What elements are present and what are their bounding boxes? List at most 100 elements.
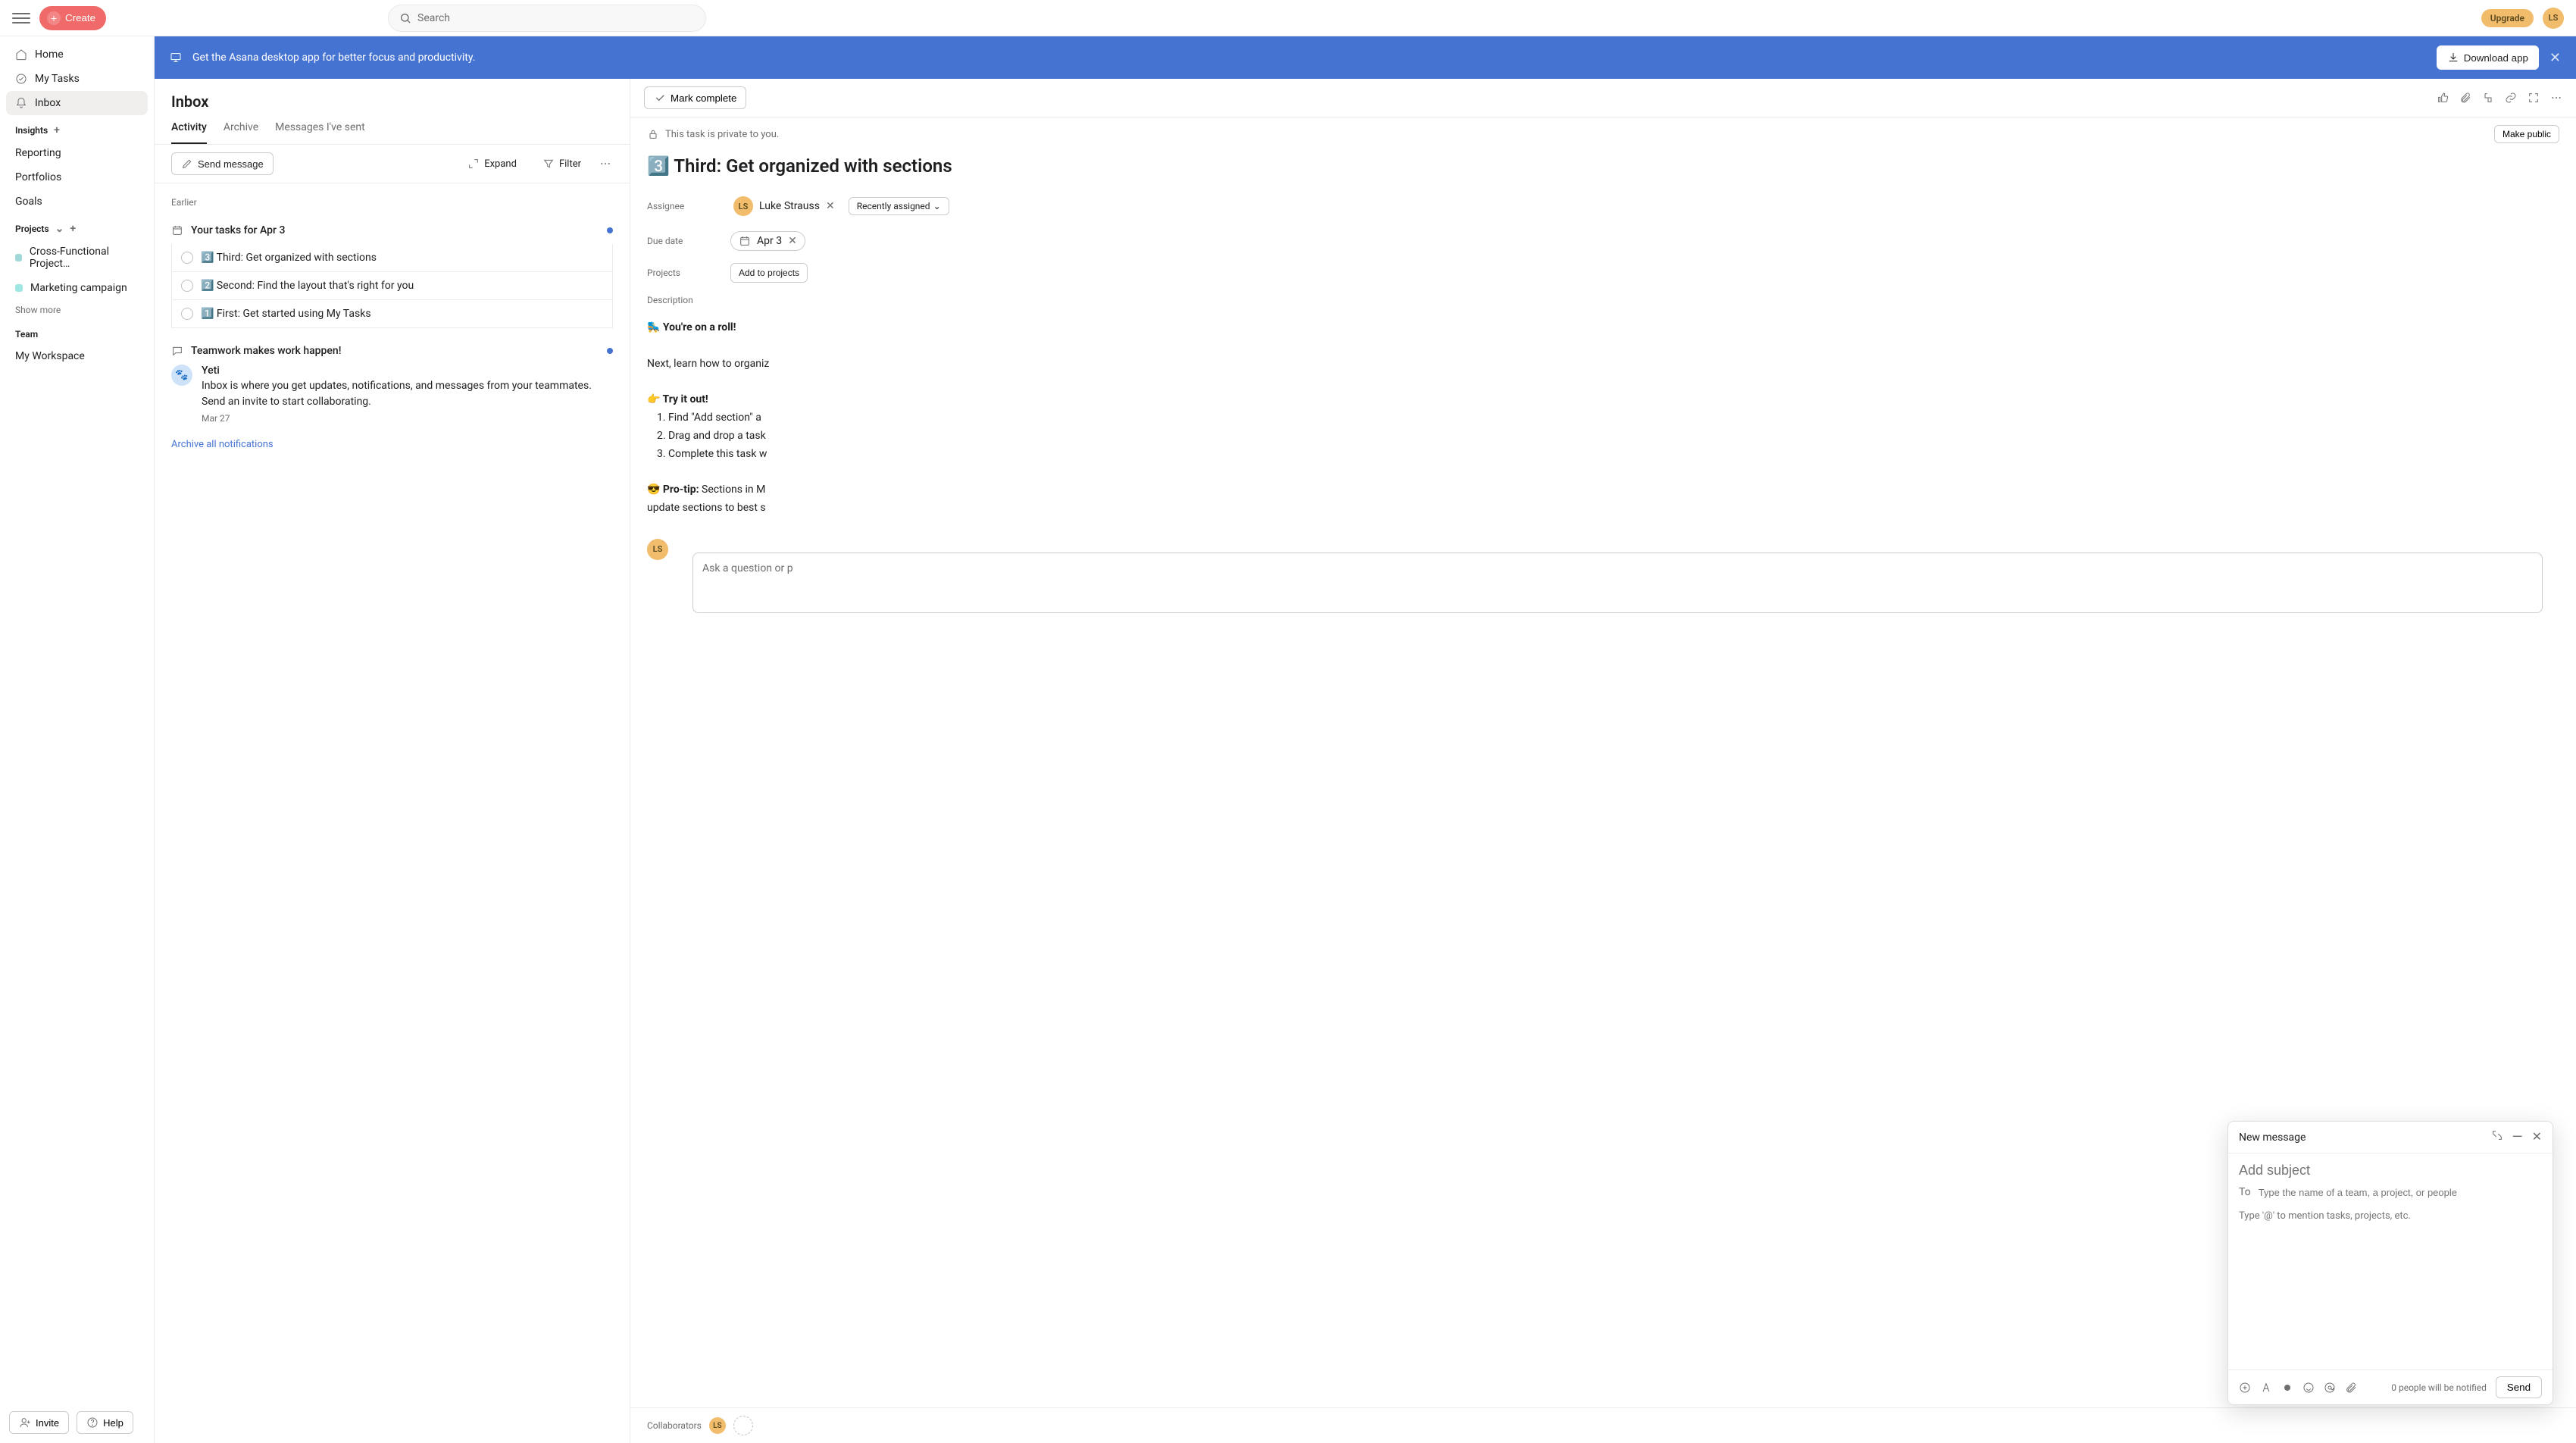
sidebar-item-mytasks[interactable]: My Tasks [6, 67, 148, 91]
sidebar-item-project[interactable]: Marketing campaign [6, 276, 148, 300]
sidebar-item-project[interactable]: Cross-Functional Project… [6, 239, 148, 276]
chevron-down-icon: ⌄ [933, 201, 941, 211]
task-description[interactable]: 🛼 You're on a roll! Next, learn how to o… [630, 311, 2576, 525]
minimize-popup-button[interactable]: — [2512, 1129, 2523, 1145]
expand-popup-icon[interactable] [2491, 1129, 2503, 1141]
sidebar-item-goals[interactable]: Goals [6, 189, 148, 214]
close-popup-button[interactable]: ✕ [2532, 1129, 2542, 1145]
download-app-button[interactable]: Download app [2437, 45, 2539, 70]
add-to-projects-button[interactable]: Add to projects [730, 263, 808, 283]
user-avatar[interactable]: LS [2543, 8, 2564, 29]
yeti-message: 🐾 Yeti Inbox is where you get updates, n… [171, 365, 613, 424]
sidebar-item-inbox[interactable]: Inbox [6, 91, 148, 115]
subtask-icon[interactable] [2482, 92, 2494, 104]
notification-header[interactable]: Teamwork makes work happen! [171, 345, 613, 357]
filter-button[interactable]: Filter [533, 153, 590, 174]
chevron-down-icon[interactable]: ⌄ [55, 223, 64, 235]
filter-icon [542, 158, 555, 170]
download-icon [2447, 52, 2459, 64]
chat-icon [171, 345, 183, 357]
task-title[interactable]: 3️⃣ Third: Get organized with sections [630, 151, 2576, 187]
send-message-button[interactable]: Send message [171, 152, 274, 175]
fullscreen-icon[interactable] [2528, 92, 2540, 104]
due-date-chip[interactable]: Apr 3 ✕ [730, 231, 805, 251]
inbox-toolbar: Send message Expand Filter [155, 145, 630, 183]
show-more-link[interactable]: Show more [6, 300, 148, 320]
create-button[interactable]: + Create [39, 6, 106, 30]
menu-toggle[interactable] [12, 9, 30, 27]
more-icon[interactable] [2550, 92, 2562, 104]
sidebar-item-workspace[interactable]: My Workspace [6, 344, 148, 368]
help-icon [86, 1416, 98, 1429]
popup-title: New message [2239, 1132, 2306, 1144]
mark-complete-button[interactable]: Mark complete [644, 86, 746, 109]
attachment-icon[interactable] [2459, 92, 2471, 104]
message-body-input[interactable] [2228, 1203, 2553, 1369]
message-to-input[interactable] [2259, 1187, 2542, 1198]
plus-icon[interactable] [2239, 1382, 2251, 1394]
archive-all-link[interactable]: Archive all notifications [171, 439, 274, 450]
earlier-label: Earlier [171, 197, 613, 208]
record-icon[interactable] [2281, 1382, 2293, 1394]
help-button[interactable]: Help [77, 1411, 133, 1434]
project-color-swatch [15, 254, 22, 261]
upgrade-button[interactable]: Upgrade [2481, 9, 2534, 27]
mention-icon[interactable] [2324, 1382, 2336, 1394]
task-row[interactable]: 2️⃣ Second: Find the layout that's right… [171, 272, 613, 300]
desktop-app-banner: Get the Asana desktop app for better foc… [155, 36, 2576, 79]
add-collaborator-button[interactable] [733, 1416, 753, 1435]
format-icon[interactable] [2260, 1382, 2272, 1394]
description-label-row: Description [630, 289, 2576, 311]
more-icon[interactable] [598, 158, 613, 170]
recently-assigned-dropdown[interactable]: Recently assigned ⌄ [849, 197, 949, 215]
detail-toolbar: Mark complete [630, 79, 2576, 117]
assignee-chip[interactable]: LS Luke Strauss ✕ [730, 193, 841, 219]
comment-input[interactable]: Ask a question or p [692, 552, 2543, 613]
close-banner-button[interactable]: ✕ [2549, 50, 2561, 66]
tab-activity[interactable]: Activity [171, 121, 207, 144]
message-subject-input[interactable] [2228, 1153, 2553, 1182]
task-row[interactable]: 3️⃣ Third: Get organized with sections [171, 244, 613, 272]
make-public-button[interactable]: Make public [2494, 125, 2559, 143]
calendar-icon [739, 235, 751, 247]
sidebar-section-projects[interactable]: Projects ⌄ + [6, 214, 148, 239]
inbox-column: Inbox Activity Archive Messages I've sen… [155, 79, 630, 1443]
like-icon[interactable] [2437, 92, 2449, 104]
task-group-header[interactable]: Your tasks for Apr 3 [171, 224, 613, 236]
tab-archive[interactable]: Archive [224, 121, 258, 144]
sidebar-item-reporting[interactable]: Reporting [6, 141, 148, 165]
create-label: Create [65, 12, 95, 23]
invite-button[interactable]: Invite [9, 1411, 69, 1434]
task-detail-pane: Mark complete This task is private to yo… [630, 79, 2576, 1443]
sidebar-item-label: My Tasks [35, 73, 80, 85]
calendar-icon [171, 224, 183, 236]
link-icon[interactable] [2505, 92, 2517, 104]
sidebar-section-insights[interactable]: Insights + [6, 115, 148, 141]
search-input[interactable]: Search [388, 5, 706, 32]
unread-dot [607, 227, 613, 233]
clear-date-button[interactable]: ✕ [788, 235, 797, 247]
privacy-row: This task is private to you. Make public [630, 117, 2576, 151]
search-placeholder: Search [417, 12, 450, 24]
user-plus-icon [19, 1416, 31, 1429]
sidebar-item-home[interactable]: Home [6, 42, 148, 67]
expand-button[interactable]: Expand [458, 153, 526, 174]
yeti-avatar: 🐾 [171, 365, 192, 386]
emoji-icon[interactable] [2302, 1382, 2315, 1394]
attach-icon[interactable] [2345, 1382, 2357, 1394]
complete-checkbox[interactable] [181, 308, 193, 320]
yeti-text: Inbox is where you get updates, notifica… [202, 378, 613, 410]
task-row[interactable]: 1️⃣ First: Get started using My Tasks [171, 300, 613, 328]
collaborator-avatar[interactable]: LS [709, 1417, 726, 1434]
compose-icon [181, 158, 193, 170]
sidebar-section-team[interactable]: Team [6, 320, 148, 344]
sidebar-item-portfolios[interactable]: Portfolios [6, 165, 148, 189]
plus-icon[interactable]: + [54, 124, 60, 136]
complete-checkbox[interactable] [181, 252, 193, 264]
complete-checkbox[interactable] [181, 280, 193, 292]
plus-icon[interactable]: + [70, 223, 76, 235]
remove-assignee-button[interactable]: ✕ [826, 200, 835, 212]
send-button[interactable]: Send [2496, 1376, 2542, 1398]
lock-icon [647, 128, 659, 140]
tab-messages-sent[interactable]: Messages I've sent [275, 121, 365, 144]
